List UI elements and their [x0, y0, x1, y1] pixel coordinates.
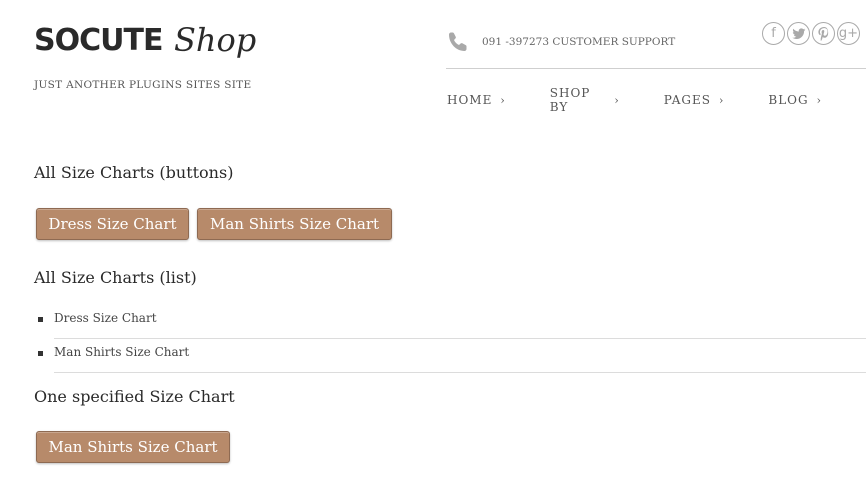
nav-item-blog[interactable]: BLOG › — [768, 86, 822, 114]
main-nav: HOME › SHOP BY › PAGES › BLOG › — [447, 86, 866, 114]
chevron-right-icon: › — [816, 93, 822, 107]
chevron-right-icon: › — [718, 93, 725, 107]
man-shirts-size-chart-button[interactable]: Man Shirts Size Chart — [197, 208, 392, 240]
nav-item-label: BLOG — [768, 93, 809, 107]
nav-item-home[interactable]: HOME › — [447, 86, 506, 114]
nav-item-shop-by[interactable]: SHOP BY › — [550, 86, 620, 114]
list-divider — [54, 372, 866, 373]
social-links: f g+ — [762, 22, 860, 45]
twitter-icon[interactable] — [787, 22, 810, 45]
support-phone-text: 091 -397273 CUSTOMER SUPPORT — [482, 36, 676, 48]
dress-size-chart-link[interactable]: Dress Size Chart — [54, 311, 157, 325]
chevron-right-icon: › — [614, 93, 620, 107]
section-title-buttons: All Size Charts (buttons) — [34, 163, 234, 182]
nav-item-label: PAGES — [663, 93, 711, 107]
chevron-right-icon: › — [500, 93, 506, 107]
nav-item-pages[interactable]: PAGES › — [664, 86, 725, 114]
logo-wordmark: SOCUTE — [34, 23, 163, 58]
dress-size-chart-button[interactable]: Dress Size Chart — [36, 208, 189, 240]
google-plus-icon[interactable]: g+ — [837, 22, 860, 45]
nav-divider — [446, 68, 866, 69]
logo-script: Shop — [174, 21, 257, 59]
nav-item-label: HOME — [447, 93, 493, 107]
bullet-icon — [38, 351, 43, 356]
nav-item-label: SHOP BY — [549, 86, 591, 114]
pinterest-icon[interactable] — [812, 22, 835, 45]
section-title-list: All Size Charts (list) — [34, 268, 197, 287]
site-logo[interactable]: SOCUTE Shop — [34, 20, 264, 80]
list-item: Dress Size Chart — [34, 305, 866, 339]
list-item: Man Shirts Size Chart — [34, 339, 866, 373]
facebook-icon[interactable]: f — [762, 22, 785, 45]
bullet-icon — [38, 317, 43, 322]
customer-support: 091 -397273 CUSTOMER SUPPORT — [446, 30, 675, 54]
man-shirts-size-chart-link[interactable]: Man Shirts Size Chart — [54, 345, 189, 359]
size-chart-list: Dress Size Chart Man Shirts Size Chart — [34, 305, 866, 373]
specified-size-chart-button[interactable]: Man Shirts Size Chart — [36, 431, 230, 463]
site-tagline: JUST ANOTHER PLUGINS SITES SITE — [34, 79, 252, 91]
phone-icon — [449, 32, 467, 51]
section-title-specified: One specified Size Chart — [34, 387, 235, 406]
